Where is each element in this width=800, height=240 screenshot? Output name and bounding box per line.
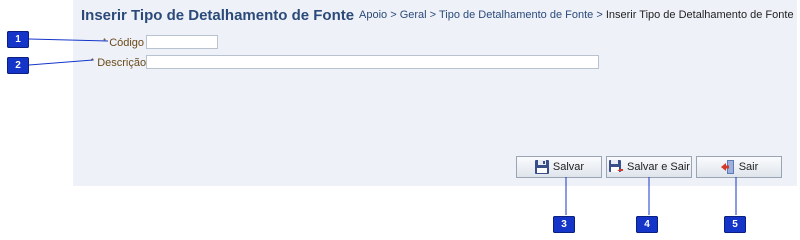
descricao-label-text: Descrição (97, 57, 147, 69)
breadcrumb: Apoio > Geral > Tipo de Detalhamento de … (359, 9, 794, 21)
codigo-label-text: Código (109, 37, 145, 49)
salvar-button[interactable]: Salvar (516, 156, 602, 178)
breadcrumb-link-tipo-detalhamento[interactable]: Tipo de Detalhamento de Fonte (439, 9, 593, 21)
annotation-badge-5: 5 (724, 216, 746, 233)
breadcrumb-link-geral[interactable]: Geral (400, 9, 427, 21)
exit-door-icon (720, 159, 736, 175)
salvar-e-sair-button[interactable]: Salvar e Sair (606, 156, 692, 178)
annotation-badge-2: 2 (7, 57, 29, 74)
descricao-input[interactable] (146, 55, 599, 69)
annotation-badge-3: 3 (553, 216, 575, 233)
page-title: Inserir Tipo de Detalhamento de Fonte (81, 7, 355, 24)
codigo-label: * Código (103, 37, 144, 49)
annotation-badge-4: 4 (636, 216, 658, 233)
breadcrumb-separator: > (596, 9, 603, 21)
descricao-label: * Descrição (91, 57, 146, 69)
salvar-label: Salvar (552, 161, 585, 173)
breadcrumb-current: Inserir Tipo de Detalhamento de Fonte (605, 9, 794, 21)
sair-button[interactable]: Sair (696, 156, 782, 178)
breadcrumb-link-apoio[interactable]: Apoio (359, 9, 387, 21)
floppy-disk-icon (534, 159, 550, 175)
breadcrumb-separator: > (429, 9, 437, 21)
floppy-disk-exit-icon (608, 159, 624, 175)
required-mark: * (91, 57, 95, 66)
annotation-badge-1: 1 (7, 31, 29, 48)
required-mark: * (103, 37, 107, 46)
sair-label: Sair (738, 161, 759, 173)
salvar-e-sair-label: Salvar e Sair (627, 161, 690, 173)
codigo-input[interactable] (146, 35, 218, 49)
breadcrumb-separator: > (390, 9, 397, 21)
